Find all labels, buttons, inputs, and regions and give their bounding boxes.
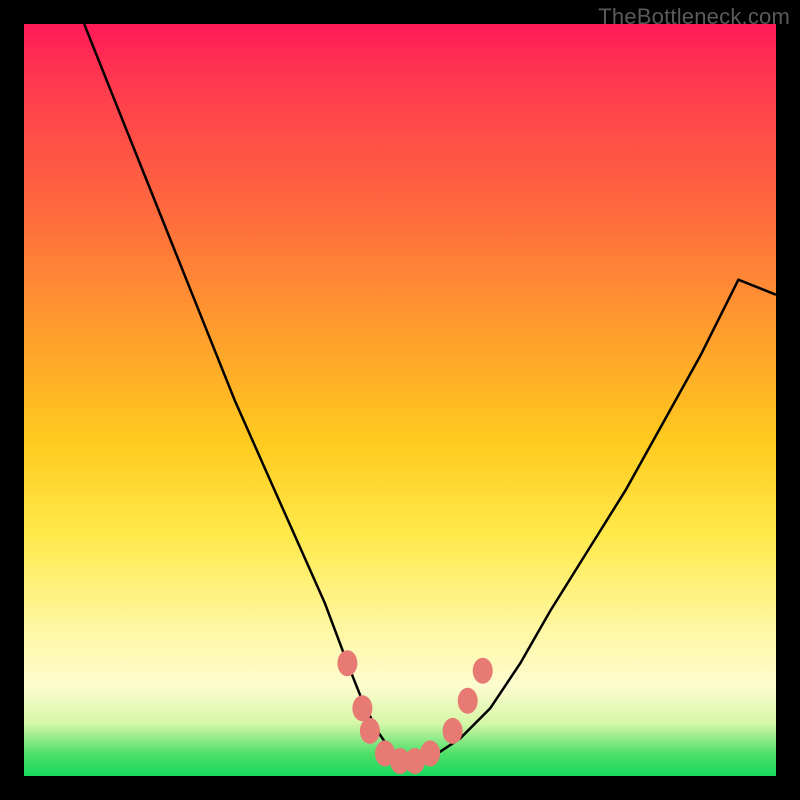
chart-plot-area	[24, 24, 776, 776]
watermark-text: TheBottleneck.com	[598, 4, 790, 30]
chart-frame: TheBottleneck.com	[0, 0, 800, 800]
